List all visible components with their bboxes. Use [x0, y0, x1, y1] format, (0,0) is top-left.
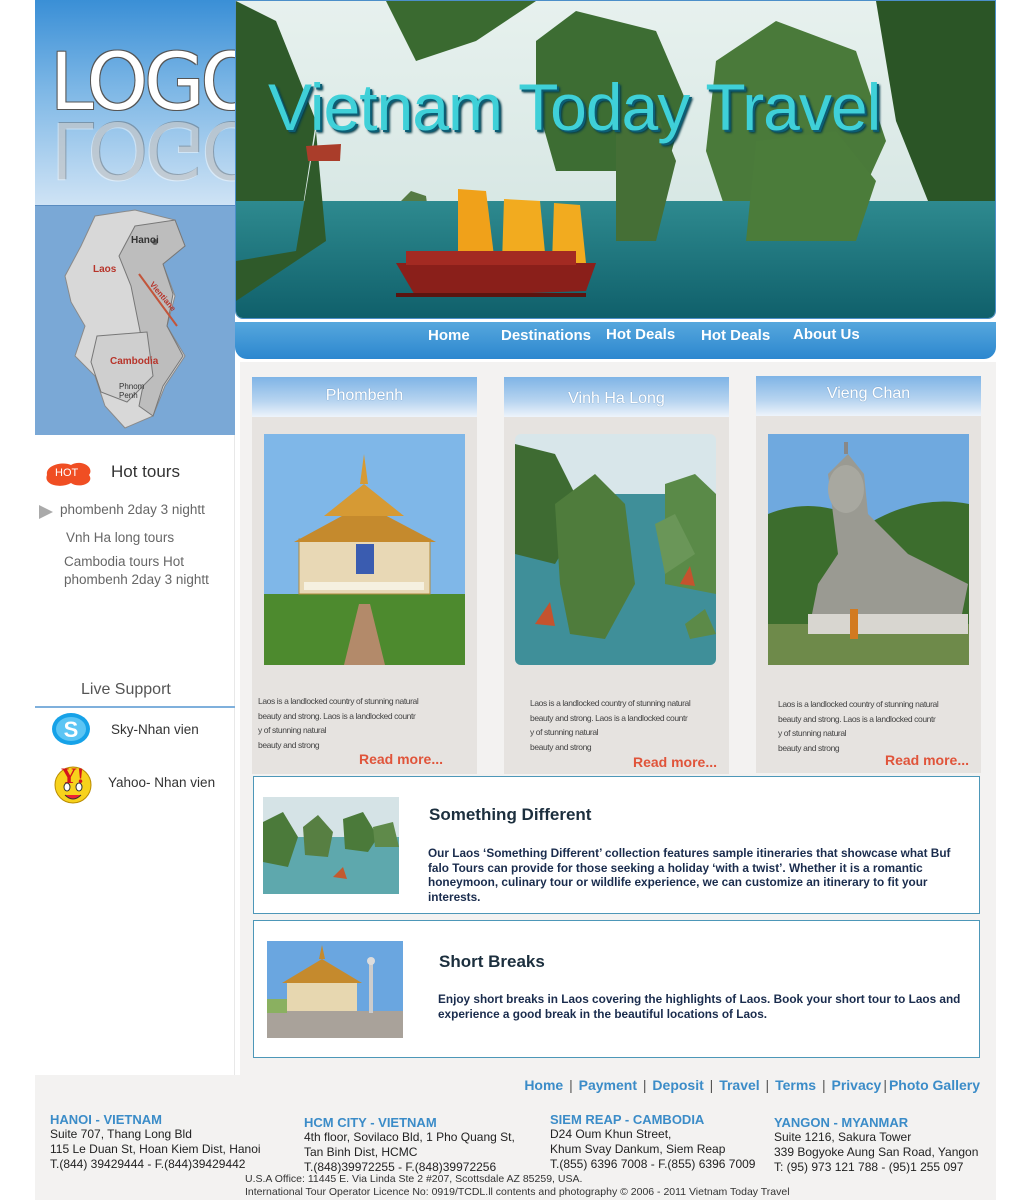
footer-link-travel[interactable]: Travel — [719, 1077, 759, 1093]
footer-links: Home | Payment | Deposit | Travel | Term… — [524, 1077, 980, 1093]
feature-description: Enjoy short breaks in Laos covering the … — [438, 992, 961, 1021]
site-title: Vietnam Today Travel — [268, 70, 881, 144]
yahoo-icon[interactable]: Y! — [47, 761, 95, 805]
legal-text: U.S.A Office: 11445 E. Via Linda Ste 2 #… — [245, 1173, 790, 1198]
footer-link-home[interactable]: Home — [524, 1077, 563, 1093]
royal-palace-image[interactable] — [264, 434, 465, 665]
nav-destinations[interactable]: Destinations — [501, 327, 591, 344]
card-header: Phombenh — [252, 377, 477, 417]
tour-link[interactable]: Cambodia tours Hot — [64, 554, 184, 569]
card-description: Laos is a landlocked country of stunning… — [778, 699, 939, 753]
card-header: Vinh Ha Long — [504, 377, 729, 417]
sidebar: HOT Hot tours phombenh 2day 3 nightt Vnh… — [35, 435, 235, 1075]
hot-tours-title: Hot tours — [111, 462, 180, 481]
feature-description: Our Laos ‘Something Different’ collectio… — [428, 846, 951, 904]
nav-hot-deals[interactable]: Hot Deals — [606, 326, 675, 343]
card-header: Vieng Chan — [756, 376, 981, 416]
office-hanoi: HANOI - VIETNAM Suite 707, Thang Long Bl… — [50, 1112, 261, 1171]
hot-badge-label: HOT — [55, 467, 79, 479]
arrow-right-icon — [39, 505, 53, 519]
skype-support-link[interactable]: Sky-Nhan vien — [111, 722, 199, 737]
nav-home[interactable]: Home — [428, 327, 470, 344]
destination-card: Vinh Ha Long Laos is a landlocked countr… — [504, 377, 729, 774]
nav-hot-deals[interactable]: Hot Deals — [701, 327, 770, 344]
ha-long-bay-thumbnail[interactable] — [263, 797, 399, 894]
region-map: Hanoi Laos Vientiane Cambodia Phnom Penh — [35, 205, 235, 435]
destination-card: Phombenh Laos is a landlocked country of… — [252, 377, 477, 774]
map-label-laos: Laos — [93, 264, 117, 275]
read-more-link[interactable]: Read more... — [885, 752, 969, 768]
office-siem-reap: SIEM REAP - CAMBODIA D24 Oum Khun Street… — [550, 1112, 756, 1171]
card-description: Laos is a landlocked country of stunning… — [530, 698, 691, 752]
logo[interactable]: LOGO LOGO — [35, 0, 235, 205]
footer: Home | Payment | Deposit | Travel | Term… — [35, 1075, 996, 1200]
card-description: Laos is a landlocked country of stunning… — [258, 696, 419, 750]
office-yangon: YANGON - MYANMAR Suite 1216, Sakura Towe… — [774, 1115, 979, 1174]
card-title: Phombenh — [325, 387, 404, 404]
nav-about-us[interactable]: About Us — [793, 326, 860, 343]
read-more-link[interactable]: Read more... — [359, 751, 443, 767]
logo-reflection: LOGO — [50, 104, 235, 194]
footer-link-photo-gallery[interactable]: Photo Gallery — [889, 1077, 980, 1093]
map-label-cambodia: Cambodia — [110, 356, 159, 367]
feature-box: Short Breaks Enjoy short breaks in Laos … — [253, 920, 980, 1058]
card-title: Vieng Chan — [826, 385, 911, 402]
feature-title: Short Breaks — [439, 952, 545, 971]
svg-text:S: S — [64, 717, 79, 742]
live-support-title: Live Support — [81, 681, 171, 698]
footer-link-terms[interactable]: Terms — [775, 1077, 816, 1093]
tour-link[interactable]: phombenh 2day 3 nightt — [64, 572, 209, 587]
ha-long-bay-image[interactable] — [515, 434, 716, 665]
header-banner: Vietnam Today Travel — [235, 0, 996, 319]
office-hcm-city: HCM CITY - VIETNAM 4th floor, Sovilaco B… — [304, 1115, 515, 1174]
skype-icon[interactable]: S — [51, 712, 91, 746]
feature-title: Something Different — [429, 805, 592, 824]
card-title: Vinh Ha Long — [568, 390, 665, 407]
map-label-phnom-penh: Phnom Penh — [119, 382, 145, 400]
main-content: Phombenh Laos is a landlocked country of… — [240, 362, 996, 1075]
ha-long-bay-image — [236, 1, 995, 318]
footer-link-privacy[interactable]: Privacy — [832, 1077, 882, 1093]
main-nav: Home Destinations Hot Deals Hot Deals Ab… — [235, 322, 996, 359]
feature-box: Something Different Our Laos ‘Something … — [253, 776, 980, 914]
yahoo-support-link[interactable]: Yahoo- Nhan vien — [108, 775, 215, 790]
footer-link-deposit[interactable]: Deposit — [652, 1077, 703, 1093]
tour-link[interactable]: Vnh Ha long tours — [66, 530, 174, 545]
destination-card: Vieng Chan Laos is a landlocked country … — [756, 376, 981, 773]
royal-palace-thumbnail[interactable] — [267, 941, 403, 1038]
map-label-hanoi: Hanoi — [131, 235, 159, 246]
footer-link-payment[interactable]: Payment — [579, 1077, 637, 1093]
divider — [35, 706, 235, 708]
tour-link[interactable]: phombenh 2day 3 nightt — [60, 502, 205, 517]
buddha-park-image[interactable] — [768, 434, 969, 665]
read-more-link[interactable]: Read more... — [633, 754, 717, 770]
